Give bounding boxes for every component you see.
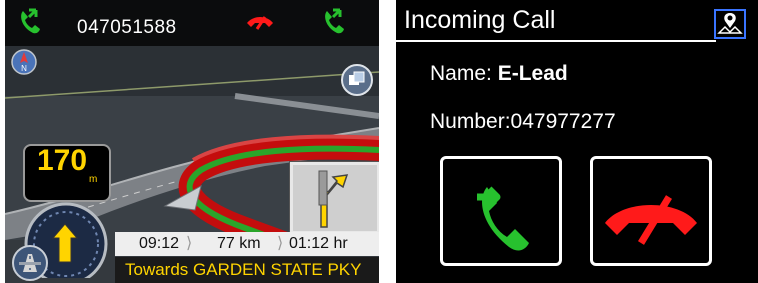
phone-answer-icon[interactable]: [319, 7, 349, 37]
compass-icon[interactable]: N: [11, 49, 37, 75]
map-icon[interactable]: [714, 9, 746, 39]
distance: 77 km: [217, 235, 261, 252]
eta: 09:12: [139, 235, 180, 252]
speed-unit: m: [89, 174, 98, 185]
title-divider: [396, 40, 716, 42]
caller-name: E-Lead: [497, 62, 568, 85]
next-turn-sign: [290, 162, 379, 234]
decline-call-icon: [605, 195, 697, 245]
active-call-number: 047051588: [77, 17, 177, 38]
answer-call-button[interactable]: [440, 156, 562, 266]
number-label: Number:: [430, 110, 511, 133]
turn-arrow-icon: [293, 165, 377, 231]
route-overview-icon[interactable]: [341, 64, 373, 96]
decline-call-button[interactable]: [590, 156, 712, 266]
chevron-right-icon: ⟩: [277, 235, 284, 252]
chevron-right-icon: ⟩: [186, 235, 193, 252]
duration: 01:12 hr: [289, 235, 348, 252]
incoming-call-panel: Incoming Call Name: E-Lead Number:047977…: [396, 0, 758, 283]
compass-letter: N: [21, 64, 27, 73]
caller-number: 047977277: [510, 110, 616, 133]
caller-number-row: Number:047977277: [430, 110, 616, 134]
caller-name-row: Name: E-Lead: [430, 62, 568, 86]
answer-call-icon: [477, 186, 529, 251]
navigation-panel: 047051588 N 170 m 09:12 ⟩ 77 km ⟩ 01:12 …: [5, 0, 379, 283]
phone-answer-icon[interactable]: [15, 7, 45, 37]
highway-icon[interactable]: [11, 244, 49, 282]
direction-text: Towards GARDEN STATE PKY: [125, 260, 362, 279]
call-title: Incoming Call: [404, 6, 556, 34]
phone-hangup-icon[interactable]: [245, 7, 275, 37]
name-label: Name:: [430, 62, 498, 85]
speed-value: 170: [37, 144, 88, 177]
